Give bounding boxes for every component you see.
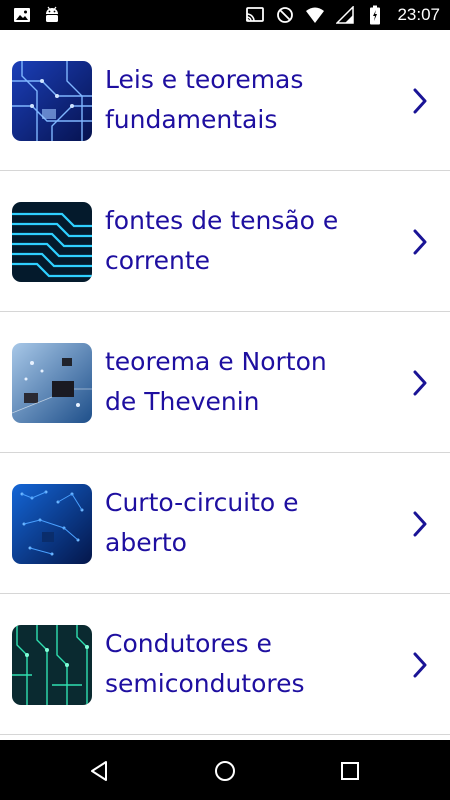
- topic-thumbnail: [12, 343, 92, 423]
- chevron-right-icon: [408, 508, 432, 540]
- topic-thumbnail: [12, 625, 92, 705]
- chevron-right-icon: [408, 367, 432, 399]
- topic-title: Leis e teoremas fundamentais: [105, 65, 304, 134]
- android-icon: [42, 5, 62, 25]
- battery-icon: [365, 5, 385, 25]
- navigation-bar: [0, 740, 450, 800]
- do-not-disturb-icon: [275, 5, 295, 25]
- chevron-right-icon: [408, 85, 432, 117]
- home-icon[interactable]: [211, 757, 239, 785]
- cast-icon: [245, 5, 265, 25]
- chevron-right-icon: [408, 226, 432, 258]
- image-icon: [12, 5, 32, 25]
- topic-thumbnail: [12, 61, 92, 141]
- list-item[interactable]: teorema e Norton de Thevenin: [0, 312, 450, 453]
- topic-title: Condutores e semicondutores: [105, 629, 305, 698]
- recents-icon[interactable]: [336, 757, 364, 785]
- list-item[interactable]: Curto-circuito e aberto: [0, 453, 450, 594]
- topic-list: Leis e teoremas fundamentais fontes de te…: [0, 30, 450, 740]
- list-item[interactable]: Condutores e semicondutores: [0, 594, 450, 735]
- topic-title: teorema e Norton de Thevenin: [105, 347, 327, 416]
- signal-icon: [335, 5, 355, 25]
- list-item[interactable]: fontes de tensão e corrente: [0, 171, 450, 312]
- topic-thumbnail: [12, 202, 92, 282]
- status-bar: 23:07: [0, 0, 450, 30]
- list-item[interactable]: Leis e teoremas fundamentais: [0, 30, 450, 171]
- clock: 23:07: [397, 5, 440, 24]
- chevron-right-icon: [408, 649, 432, 681]
- topic-thumbnail: [12, 484, 92, 564]
- back-icon[interactable]: [86, 757, 114, 785]
- topic-title: fontes de tensão e corrente: [105, 206, 339, 275]
- topic-title: Curto-circuito e aberto: [105, 488, 299, 557]
- wifi-icon: [305, 5, 325, 25]
